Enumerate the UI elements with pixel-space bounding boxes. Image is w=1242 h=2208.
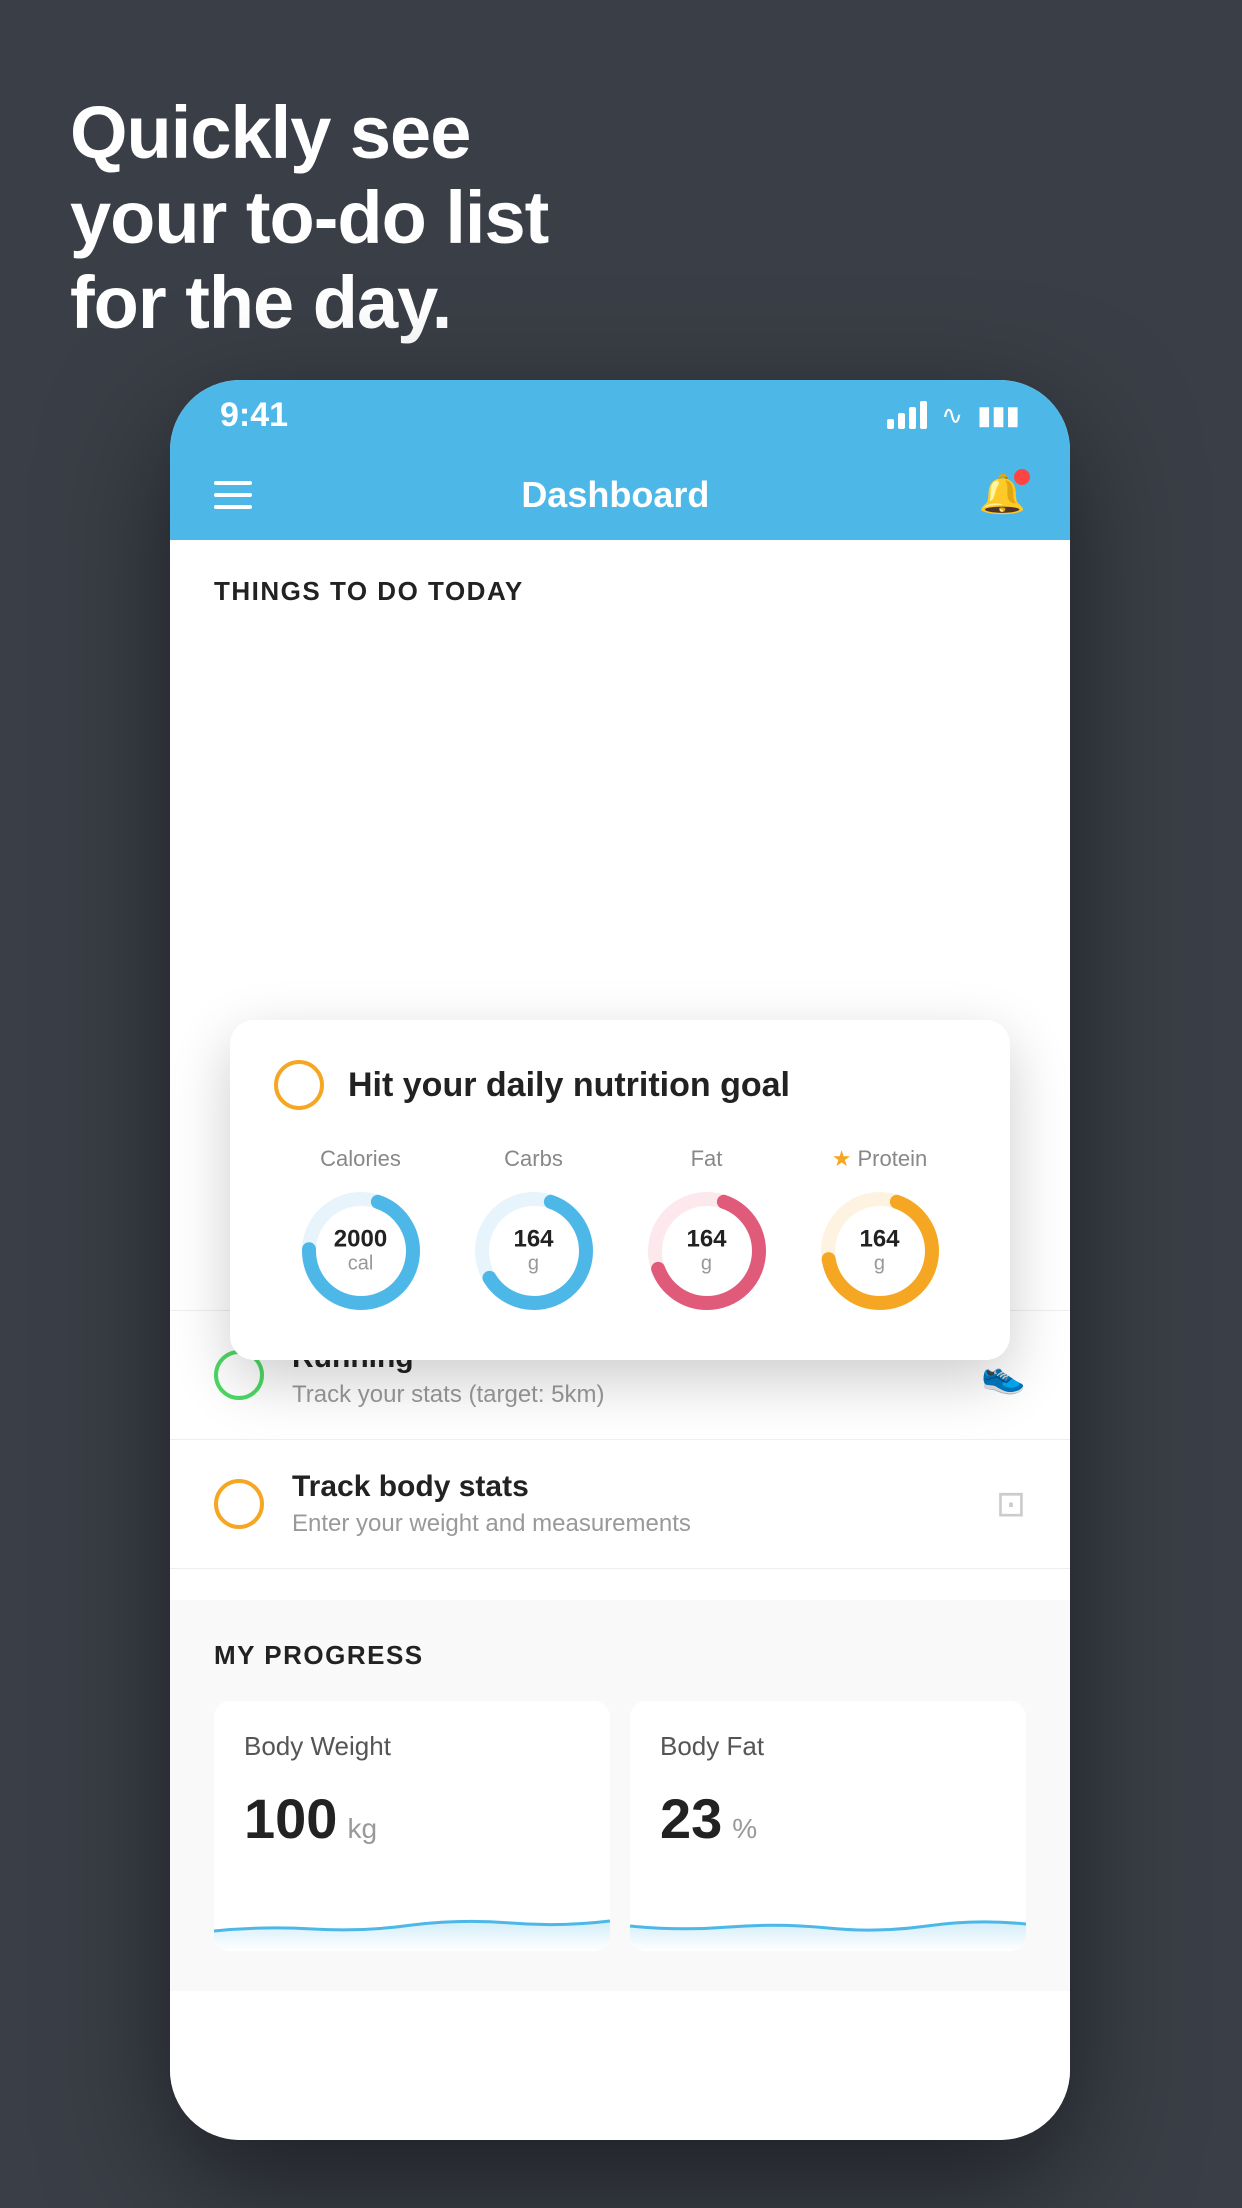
status-time: 9:41 xyxy=(220,396,288,435)
todo-section-header: THINGS TO DO TODAY xyxy=(170,540,1070,627)
body-weight-title: Body Weight xyxy=(244,1731,580,1762)
hero-text: Quickly see your to-do list for the day. xyxy=(70,90,548,345)
nutrition-protein: ★Protein 164 g xyxy=(815,1146,945,1316)
status-bar: 9:41 ∿ ▮▮▮ xyxy=(170,380,1070,450)
protein-donut: 164 g xyxy=(815,1186,945,1316)
nutrition-card: Hit your daily nutrition goal Calories 2… xyxy=(230,1020,1010,1360)
fat-donut: 164 g xyxy=(642,1186,772,1316)
running-icon: 👟 xyxy=(981,1354,1026,1396)
wifi-icon: ∿ xyxy=(941,400,963,431)
running-subtitle: Track your stats (target: 5km) xyxy=(292,1381,953,1409)
calories-donut: 2000 cal xyxy=(296,1186,426,1316)
signal-icon xyxy=(887,401,927,429)
nutrition-checkbox[interactable] xyxy=(274,1060,324,1110)
body-weight-unit: kg xyxy=(347,1813,377,1845)
body-weight-card: Body Weight 100 kg xyxy=(214,1701,610,1951)
body-fat-chart xyxy=(630,1881,1026,1951)
protein-star-icon: ★ xyxy=(832,1146,852,1172)
body-stats-checkbox[interactable] xyxy=(214,1479,264,1529)
nutrition-calories: Calories 2000 cal xyxy=(296,1146,426,1316)
nutrition-fat: Fat 164 g xyxy=(642,1146,772,1316)
body-stats-subtitle: Enter your weight and measurements xyxy=(292,1510,968,1538)
body-weight-value: 100 xyxy=(244,1786,337,1851)
body-stats-text: Track body stats Enter your weight and m… xyxy=(292,1470,968,1538)
menu-button[interactable] xyxy=(214,481,252,509)
nutrition-card-title: Hit your daily nutrition goal xyxy=(348,1066,790,1105)
body-fat-title: Body Fat xyxy=(660,1731,996,1762)
list-item[interactable]: Track body stats Enter your weight and m… xyxy=(170,1439,1070,1568)
body-stats-title: Track body stats xyxy=(292,1470,968,1504)
progress-header: MY PROGRESS xyxy=(214,1640,1026,1671)
nutrition-carbs: Carbs 164 g xyxy=(469,1146,599,1316)
carbs-donut: 164 g xyxy=(469,1186,599,1316)
progress-cards: Body Weight 100 kg xyxy=(214,1701,1026,1951)
carbs-label: Carbs xyxy=(504,1146,563,1172)
progress-section: MY PROGRESS Body Weight 100 kg xyxy=(170,1600,1070,1991)
notification-bell-button[interactable]: 🔔 xyxy=(979,473,1026,517)
battery-icon: ▮▮▮ xyxy=(977,400,1020,431)
fat-label: Fat xyxy=(691,1146,723,1172)
nav-bar: Dashboard 🔔 xyxy=(170,450,1070,540)
notification-dot xyxy=(1014,469,1030,485)
body-fat-card: Body Fat 23 % xyxy=(630,1701,1026,1951)
calories-label: Calories xyxy=(320,1146,401,1172)
nutrition-grid: Calories 2000 cal Carbs xyxy=(274,1146,966,1316)
body-fat-unit: % xyxy=(732,1813,757,1845)
nav-title: Dashboard xyxy=(521,474,709,516)
status-icons: ∿ ▮▮▮ xyxy=(887,400,1020,431)
protein-label: ★Protein xyxy=(832,1146,927,1172)
body-fat-value: 23 xyxy=(660,1786,722,1851)
scale-icon: ⊡ xyxy=(996,1483,1026,1525)
body-weight-chart xyxy=(214,1881,610,1951)
phone-frame: 9:41 ∿ ▮▮▮ Dashboard 🔔 THINGS TO DO TOD xyxy=(170,380,1070,2140)
